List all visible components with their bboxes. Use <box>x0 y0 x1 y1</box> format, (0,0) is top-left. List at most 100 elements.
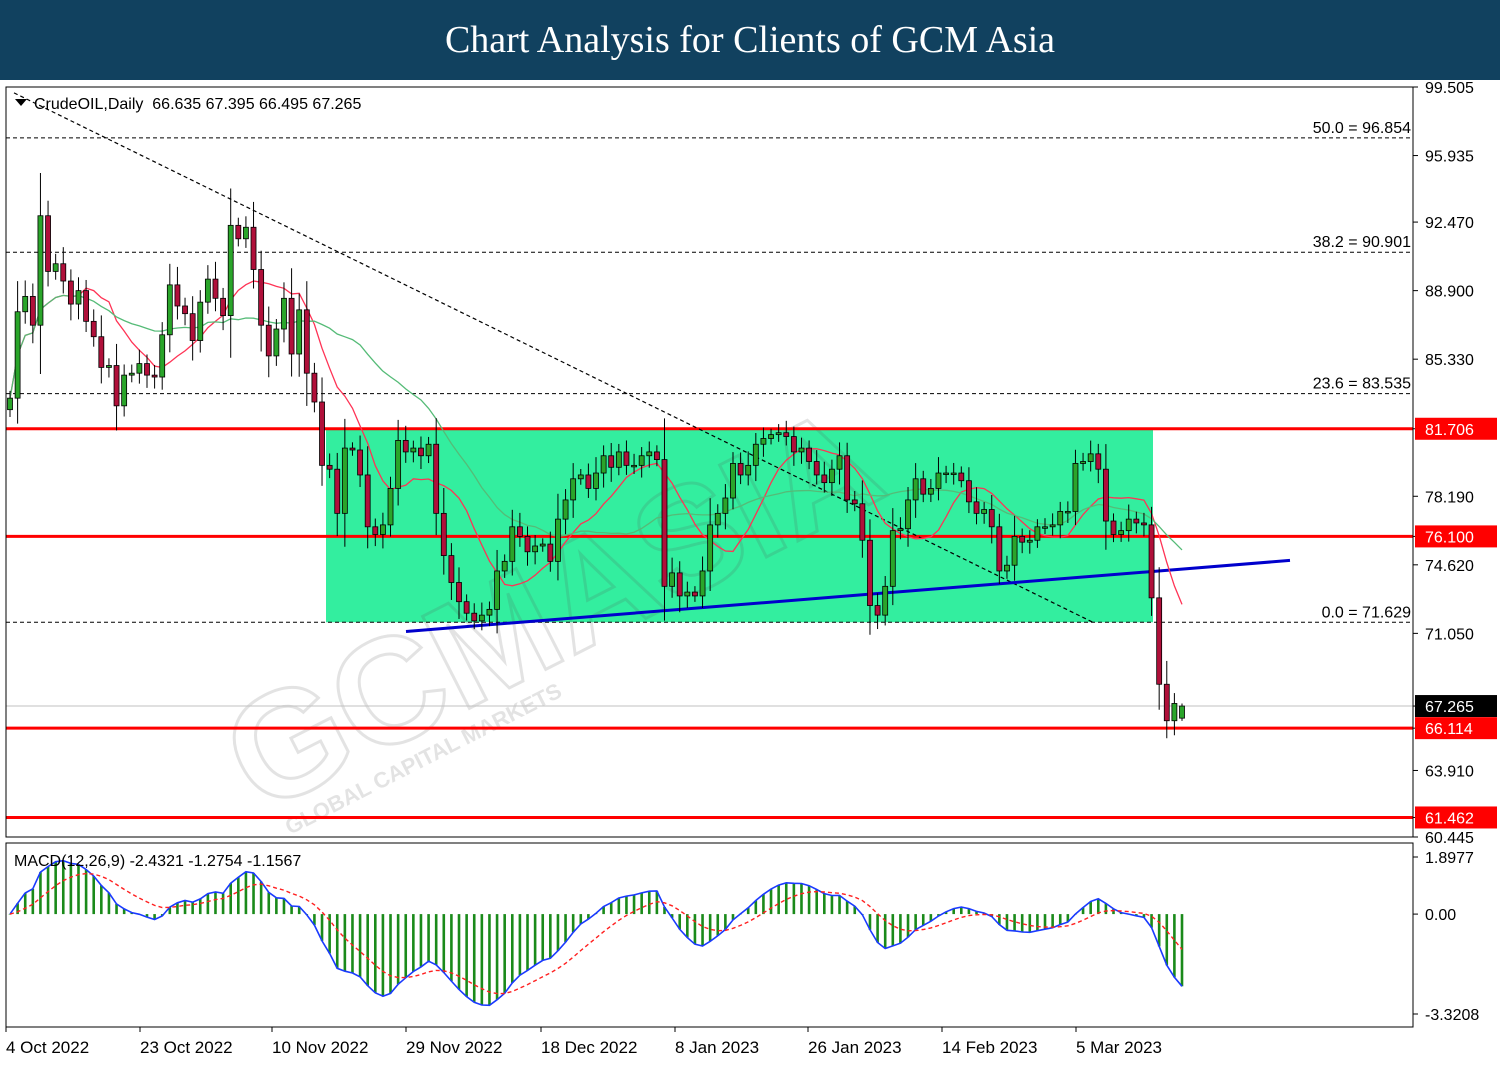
candle-body <box>973 501 980 514</box>
candle-body <box>562 499 569 520</box>
macd-histogram-bar <box>229 883 233 915</box>
candle-body <box>532 545 539 553</box>
macd-histogram-bar <box>510 914 514 983</box>
candle-body <box>1026 539 1033 543</box>
candle-body <box>448 555 455 583</box>
candle-body <box>874 605 881 616</box>
candle-body <box>1049 524 1056 528</box>
macd-histogram-bar <box>830 895 834 915</box>
candle-body <box>471 612 478 622</box>
candle-body <box>136 363 143 374</box>
macd-histogram-bar <box>815 889 819 915</box>
macd-histogram-bar <box>1157 914 1161 947</box>
candle-body <box>608 455 615 468</box>
candle-body <box>783 432 790 437</box>
price-tick-label: 85.330 <box>1425 352 1474 369</box>
price-level-tag-label: 76.100 <box>1425 529 1474 546</box>
candle-body <box>37 215 44 326</box>
candle-body <box>121 374 128 407</box>
candle-body <box>265 324 272 357</box>
macd-histogram-bar <box>275 897 278 915</box>
macd-histogram-bar <box>693 914 697 945</box>
price-tick-label: 71.050 <box>1425 626 1474 643</box>
macd-histogram-bar <box>381 914 385 997</box>
macd-histogram-bar <box>769 889 773 915</box>
candle-body <box>1095 453 1102 470</box>
candle-body <box>410 447 417 453</box>
candle-body <box>90 320 97 338</box>
macd-histogram-bar <box>358 914 362 977</box>
macd-histogram-bar <box>396 914 400 985</box>
candle-body <box>311 372 318 403</box>
candle-body <box>966 480 972 503</box>
macd-histogram-bar <box>92 876 96 915</box>
candle-body <box>349 447 356 451</box>
candle-body <box>1179 705 1185 719</box>
candle-body <box>166 284 173 336</box>
candle-body <box>60 263 67 282</box>
candle-body <box>1102 468 1109 522</box>
macd-histogram-bar <box>450 914 453 982</box>
candle-body <box>692 591 698 597</box>
candle-body <box>1133 518 1140 524</box>
candle-body <box>958 472 965 482</box>
candle-body <box>752 443 759 466</box>
candle-body <box>646 451 653 457</box>
macd-histogram-bar <box>800 883 803 915</box>
candle-body <box>341 447 348 514</box>
price-tick-label: 74.620 <box>1425 558 1474 575</box>
candle-body <box>737 463 744 476</box>
candle-body <box>577 474 584 480</box>
candle-body <box>600 455 607 474</box>
candle-body <box>319 401 325 466</box>
candle-body <box>555 518 561 562</box>
candle-body <box>615 451 622 468</box>
candle-body <box>456 582 462 603</box>
candle-body <box>1125 518 1132 532</box>
macd-histogram-bar <box>472 914 476 1003</box>
candle-body <box>927 488 934 495</box>
candle-body <box>1163 683 1170 722</box>
time-tick-label: 8 Jan 2023 <box>675 1038 759 1057</box>
candle-body <box>920 478 927 495</box>
macd-histogram-bar <box>39 872 42 915</box>
candle-body <box>486 608 493 616</box>
macd-histogram-bar <box>206 893 210 915</box>
candle-body <box>212 278 219 299</box>
macd-histogram-bar <box>754 900 758 915</box>
macd-histogram-bar <box>617 897 621 915</box>
macd-histogram-bar <box>625 896 628 915</box>
candle-body <box>326 464 333 470</box>
macd-histogram-bar <box>480 914 484 1005</box>
candle-body <box>281 297 287 330</box>
macd-histogram-bar <box>221 893 225 915</box>
macd-histogram-bar <box>1089 901 1092 915</box>
candle-body <box>258 269 265 326</box>
price-tick-label: 63.910 <box>1425 763 1474 780</box>
candle-body <box>440 512 447 557</box>
candle-body <box>775 432 782 436</box>
candle-body <box>364 474 371 528</box>
candle-body <box>1110 520 1117 535</box>
candle-body <box>844 455 851 501</box>
price-level-tag-label: 66.114 <box>1425 721 1473 738</box>
candle-body <box>867 539 873 606</box>
candle-body <box>334 468 341 514</box>
time-tick-label: 23 Oct 2022 <box>140 1038 233 1057</box>
macd-histogram-bar <box>214 892 217 915</box>
price-tick-label: 92.470 <box>1425 215 1474 232</box>
candle-body <box>859 503 866 541</box>
macd-histogram-bar <box>404 914 408 978</box>
candle-body <box>1042 526 1048 529</box>
fib-level-label: 38.2 = 90.901 <box>1313 234 1411 251</box>
macd-histogram-bar <box>762 894 765 915</box>
macd-histogram-bar <box>252 873 255 915</box>
macd-histogram-bar <box>69 863 73 915</box>
macd-histogram-bar <box>533 914 537 966</box>
candle-body <box>1118 530 1125 535</box>
candle-body <box>570 478 577 501</box>
macd-histogram-bar <box>564 914 567 943</box>
candle-body <box>1148 524 1155 599</box>
candle-body <box>372 526 379 535</box>
macd-histogram-bar <box>290 905 293 915</box>
